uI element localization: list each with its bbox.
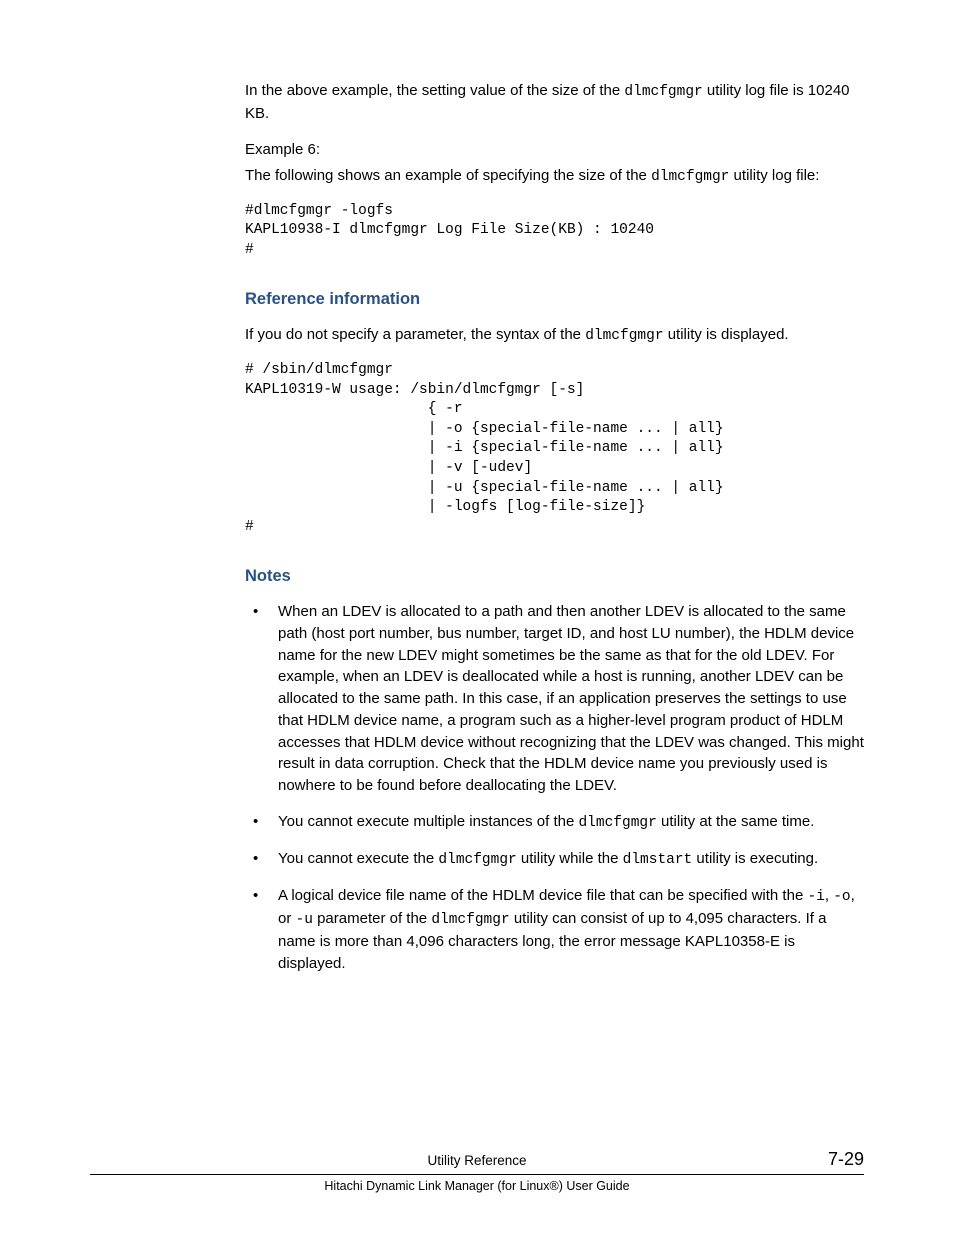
code-inline: dlmcfgmgr bbox=[431, 912, 509, 928]
list-item: A logical device file name of the HDLM d… bbox=[245, 885, 864, 975]
notes-heading: Notes bbox=[245, 565, 864, 589]
text: utility at the same time. bbox=[657, 813, 815, 830]
page: In the above example, the setting value … bbox=[0, 0, 954, 1235]
example-label: Example 6: bbox=[245, 139, 864, 161]
page-footer: Utility Reference 7-29 Hitachi Dynamic L… bbox=[90, 1146, 864, 1195]
text: You cannot execute the bbox=[278, 850, 438, 867]
text: If you do not specify a parameter, the s… bbox=[245, 326, 585, 343]
code-inline: dlmcfgmgr bbox=[438, 852, 516, 868]
code-inline: dlmstart bbox=[623, 852, 693, 868]
code-block-2: # /sbin/dlmcfgmgr KAPL10319-W usage: /sb… bbox=[245, 361, 864, 537]
footer-doc-title: Hitachi Dynamic Link Manager (for Linux®… bbox=[90, 1175, 864, 1195]
footer-section-title: Utility Reference bbox=[170, 1151, 784, 1171]
text: The following shows an example of specif… bbox=[245, 167, 651, 184]
intro-para-1: In the above example, the setting value … bbox=[245, 80, 864, 125]
reference-para: If you do not specify a parameter, the s… bbox=[245, 324, 864, 347]
notes-list: When an LDEV is allocated to a path and … bbox=[245, 601, 864, 974]
code-inline: dlmcfgmgr bbox=[585, 328, 663, 344]
text: utility while the bbox=[517, 850, 623, 867]
footer-top-row: Utility Reference 7-29 bbox=[90, 1146, 864, 1175]
text: utility is displayed. bbox=[664, 326, 789, 343]
text: A logical device file name of the HDLM d… bbox=[278, 887, 807, 904]
reference-heading: Reference information bbox=[245, 288, 864, 312]
list-item: When an LDEV is allocated to a path and … bbox=[245, 601, 864, 797]
text: When an LDEV is allocated to a path and … bbox=[278, 603, 864, 794]
code-inline: -i bbox=[807, 889, 824, 905]
list-item: You cannot execute the dlmcfgmgr utility… bbox=[245, 848, 864, 871]
text: , bbox=[825, 887, 833, 904]
text: utility log file: bbox=[729, 167, 819, 184]
text: parameter of the bbox=[313, 910, 431, 927]
list-item: You cannot execute multiple instances of… bbox=[245, 811, 864, 834]
code-inline: dlmcfgmgr bbox=[578, 815, 656, 831]
code-inline: -o bbox=[833, 889, 850, 905]
content-area: In the above example, the setting value … bbox=[245, 80, 864, 974]
text: utility is executing. bbox=[692, 850, 818, 867]
text: In the above example, the setting value … bbox=[245, 82, 624, 99]
code-block-1: #dlmcfgmgr -logfs KAPL10938-I dlmcfgmgr … bbox=[245, 202, 864, 261]
text: You cannot execute multiple instances of… bbox=[278, 813, 578, 830]
intro-para-2: The following shows an example of specif… bbox=[245, 165, 864, 188]
code-inline: dlmcfgmgr bbox=[651, 169, 729, 185]
code-inline: dlmcfgmgr bbox=[624, 84, 702, 100]
footer-page-number: 7-29 bbox=[784, 1146, 864, 1172]
code-inline: -u bbox=[296, 912, 313, 928]
